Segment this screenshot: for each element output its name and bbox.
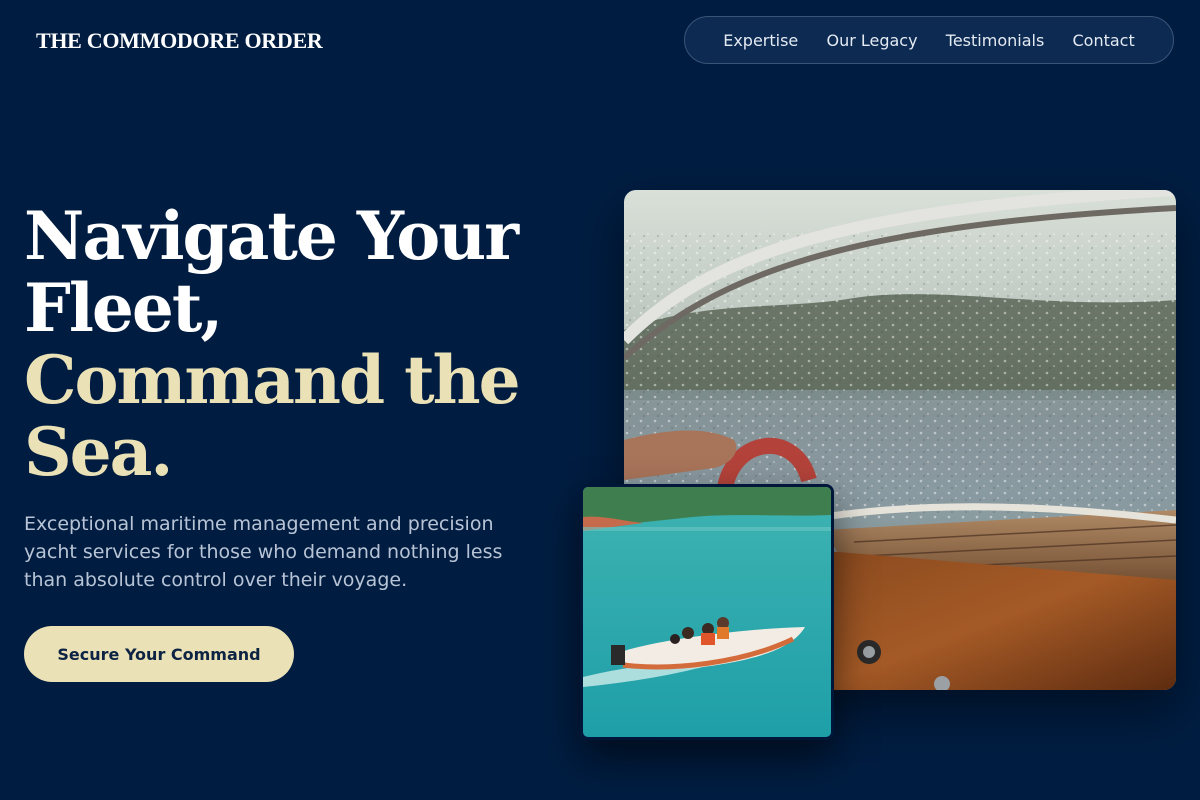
nav-link-our-legacy[interactable]: Our Legacy <box>826 31 917 50</box>
nav-link-expertise[interactable]: Expertise <box>723 31 798 50</box>
hero-title: Navigate Your Fleet, Command the Sea. <box>24 200 544 488</box>
main-nav: Expertise Our Legacy Testimonials Contac… <box>684 16 1174 64</box>
nav-link-contact[interactable]: Contact <box>1072 31 1134 50</box>
nav-link-testimonials[interactable]: Testimonials <box>946 31 1045 50</box>
hero-title-line-1: Navigate Your <box>24 197 519 275</box>
secure-command-button[interactable]: Secure Your Command <box>24 626 294 682</box>
hero-title-line-4: Sea. <box>24 413 173 491</box>
speedboat-image <box>580 484 834 740</box>
hero-title-line-3: Command the <box>24 341 521 419</box>
hero-subtitle: Exceptional maritime management and prec… <box>24 513 503 591</box>
hero-title-line-2: Fleet, <box>24 269 223 347</box>
brand-logo[interactable]: THE COMMODORE ORDER <box>36 28 323 54</box>
